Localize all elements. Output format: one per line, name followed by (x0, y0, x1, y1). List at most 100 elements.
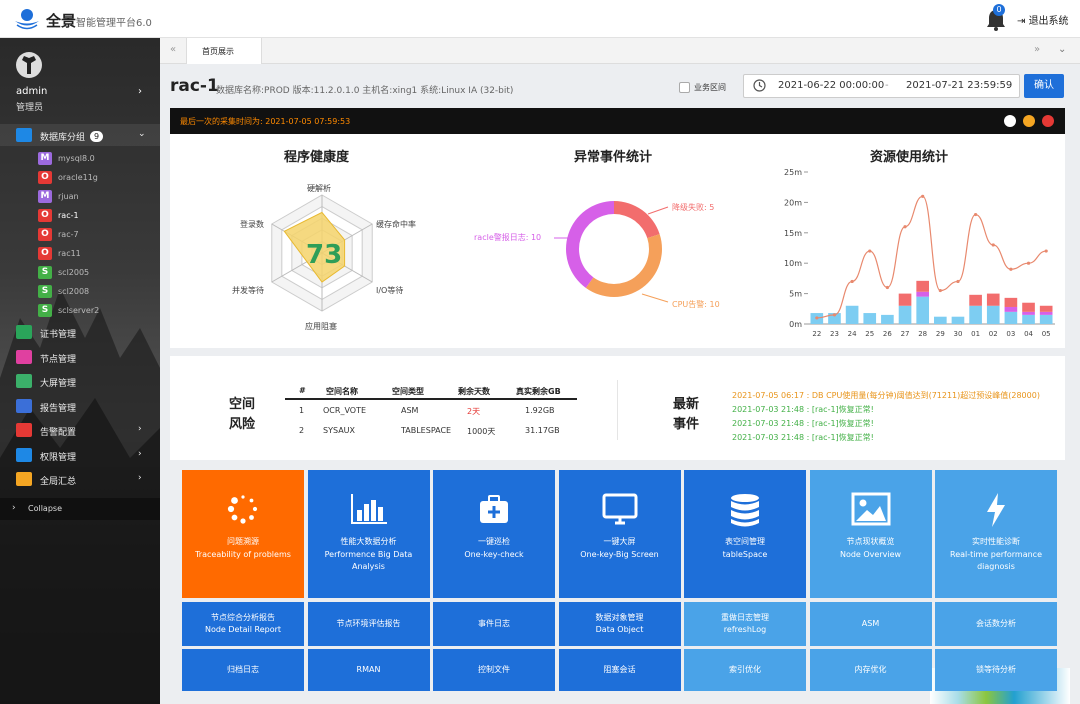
sidebar-db-item[interactable]: mysql8.0 (58, 154, 95, 163)
bar-segment[interactable] (1004, 306, 1018, 312)
sidebar-menu-item[interactable]: 大屏管理 (40, 376, 76, 389)
sidebar-menu-item[interactable]: 证书管理 (40, 327, 76, 340)
function-button[interactable]: ASM (809, 602, 932, 646)
sidebar-db-item[interactable]: rac-1 (58, 211, 79, 220)
function-button[interactable]: RMAN (307, 649, 430, 691)
function-button[interactable]: 会话数分析 (935, 602, 1057, 646)
bar-segment[interactable] (969, 305, 982, 324)
tile-medkit[interactable]: 一键巡检 One-key-check (433, 470, 555, 598)
bar-segment[interactable] (986, 305, 1000, 324)
sidebar-menu-item[interactable]: 报告管理 (40, 401, 76, 414)
line-point[interactable] (1044, 249, 1048, 253)
user-name[interactable]: admin (16, 86, 47, 97)
function-button[interactable]: 归档日志 (182, 649, 304, 691)
bar-segment[interactable] (1022, 314, 1035, 324)
bar-segment[interactable] (916, 280, 929, 292)
bar-segment[interactable] (934, 316, 947, 324)
sidebar-menu-item[interactable]: 全局汇总 (40, 474, 76, 487)
bar-segment[interactable] (1022, 311, 1035, 315)
bar-segment[interactable] (881, 314, 894, 324)
sidebar-db-item[interactable]: rac11 (58, 249, 81, 258)
avatar[interactable] (16, 52, 42, 78)
tab-prev-icon[interactable]: « (170, 44, 176, 55)
sidebar-db-item[interactable]: rjuan (58, 192, 79, 201)
donut-slice[interactable] (585, 234, 662, 297)
line-point[interactable] (921, 194, 925, 198)
function-button[interactable]: 内存优化 (809, 649, 932, 691)
line-point[interactable] (850, 279, 854, 284)
sidebar-menu-item[interactable]: 告警配置 (40, 425, 76, 438)
chevron-right-icon[interactable]: › (138, 473, 142, 483)
line-point[interactable] (832, 313, 837, 317)
close-icon[interactable] (1042, 115, 1054, 127)
function-button[interactable]: 节点综合分析报告 Node Detail Report (182, 602, 304, 646)
sidebar-db-item[interactable]: rac-7 (58, 230, 79, 239)
bar-segment[interactable] (1022, 302, 1035, 312)
logout-button[interactable]: ⇥ 退出系统 (1017, 12, 1069, 27)
line-point[interactable] (938, 288, 942, 293)
chevron-down-icon[interactable]: ⌄ (138, 129, 146, 139)
line-point[interactable] (885, 285, 889, 290)
user-chevron-icon[interactable]: › (138, 86, 142, 97)
line-point[interactable] (974, 212, 978, 217)
refresh-icon[interactable] (1004, 115, 1016, 127)
function-button[interactable]: 事件日志 (433, 602, 555, 646)
tab-menu-icon[interactable]: ⌄ (1058, 44, 1066, 55)
function-button[interactable]: 数据对象管理 Data Object (558, 602, 681, 646)
sidebar-db-item[interactable]: scl2008 (58, 287, 89, 296)
event-item[interactable]: 2021-07-03 21:48 : [rac-1]恢复正常! (732, 418, 874, 429)
tile-database[interactable]: 表空间管理 tableSpace (684, 470, 806, 598)
bar-segment[interactable] (951, 316, 965, 324)
bar-segment[interactable] (1004, 311, 1018, 324)
business-range-checkbox[interactable] (679, 82, 690, 93)
line-point[interactable] (1009, 267, 1013, 271)
sidebar-db-item[interactable]: scl2005 (58, 268, 89, 277)
bar-segment[interactable] (916, 291, 929, 297)
date-start[interactable]: 2021-06-22 00:00:00 (778, 80, 884, 91)
line-point[interactable] (868, 249, 872, 253)
event-item[interactable]: 2021-07-03 21:48 : [rac-1]恢复正常! (732, 404, 874, 415)
confirm-button[interactable]: 确认 (1024, 74, 1064, 98)
donut-slice[interactable] (566, 201, 614, 288)
bar-segment[interactable] (916, 296, 929, 324)
date-end[interactable]: 2021-07-21 23:59:59 (906, 80, 1012, 91)
donut-slice[interactable] (614, 201, 660, 239)
tile-image[interactable]: 节点现状概览 Node Overview (809, 470, 932, 598)
bar-segment[interactable] (986, 293, 1000, 306)
bar-segment[interactable] (1039, 311, 1053, 315)
chevron-right-icon[interactable]: › (138, 424, 142, 434)
line-point[interactable] (956, 279, 960, 284)
line-point[interactable] (815, 316, 819, 320)
bar-segment[interactable] (1039, 314, 1053, 324)
event-item[interactable]: 2021-07-03 21:48 : [rac-1]恢复正常! (732, 432, 874, 443)
bar-segment[interactable] (898, 305, 912, 324)
sidebar-db-item[interactable]: oracle11g (58, 173, 98, 182)
chevron-right-icon[interactable]: › (138, 449, 142, 459)
bar-segment[interactable] (1039, 305, 1053, 312)
function-button[interactable]: 节点环境评估报告 (307, 602, 430, 646)
function-button[interactable]: 锁等待分析 (935, 649, 1057, 691)
function-button[interactable]: 索引优化 (684, 649, 806, 691)
event-item[interactable]: 2021-07-05 06:17 : DB CPU使用量(每分钟)阈值达到(71… (732, 390, 1040, 401)
line-point[interactable] (1026, 261, 1031, 265)
sidebar-menu-item[interactable]: 节点管理 (40, 352, 76, 365)
line-point[interactable] (903, 225, 907, 229)
minimize-icon[interactable] (1023, 115, 1035, 127)
function-button[interactable]: 重做日志管理 refreshLog (684, 602, 806, 646)
sidebar-db-item[interactable]: sclserver2 (58, 306, 99, 315)
bar-segment[interactable] (845, 305, 859, 324)
tile-monitor[interactable]: 一键大屏 One-key-Big Screen (558, 470, 681, 598)
function-button[interactable]: 阻塞会话 (558, 649, 681, 691)
tab-next-icon[interactable]: » (1034, 44, 1040, 55)
tile-bolt[interactable]: 实时性能诊断 Real-time performance diagnosis (935, 470, 1057, 598)
bar-segment[interactable] (969, 294, 982, 306)
tile-spinner[interactable]: 问题溯源 Traceability of problems (182, 470, 304, 598)
tile-bar-chart[interactable]: 性能大数据分析 Performence Big Data Analysis (307, 470, 430, 598)
function-button[interactable]: 控制文件 (433, 649, 555, 691)
sidebar-menu-item[interactable]: 权限管理 (40, 450, 76, 463)
bar-segment[interactable] (863, 313, 877, 324)
bar-segment[interactable] (1004, 297, 1018, 307)
collapse-bar[interactable] (0, 498, 160, 520)
bar-segment[interactable] (898, 293, 912, 306)
line-point[interactable] (991, 243, 995, 247)
